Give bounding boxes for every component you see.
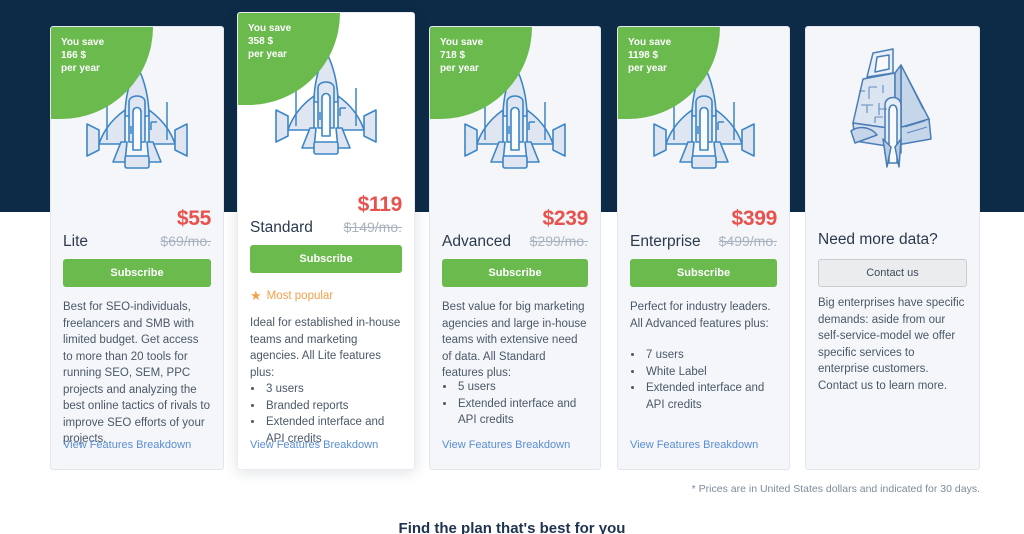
- save-badge-line1: You save: [61, 37, 105, 48]
- save-badge-line2: 358 $: [248, 36, 274, 47]
- view-features-breakdown-link[interactable]: View Features Breakdown: [442, 439, 570, 451]
- save-badge-line1: You save: [248, 23, 292, 34]
- price-original: $299/mo.: [529, 233, 588, 249]
- price-current: $239: [542, 207, 588, 230]
- plan-row: Advanced $299/mo.: [430, 233, 600, 251]
- pricing-card-advanced[interactable]: You save 718 $ per year $239 Advanced $2…: [429, 26, 601, 470]
- save-badge-line3: per year: [248, 49, 287, 60]
- save-badge-line2: 718 $: [440, 50, 466, 61]
- plan-description: Best value for big marketing agencies an…: [442, 301, 587, 379]
- most-popular-badge: ★ Most popular: [250, 289, 333, 302]
- subscribe-button[interactable]: Subscribe: [250, 245, 402, 273]
- list-item: White Label: [644, 364, 777, 381]
- price-current: $119: [357, 193, 403, 216]
- plan-description: Perfect for industry leaders. All Advanc…: [630, 301, 771, 330]
- view-features-breakdown-link[interactable]: View Features Breakdown: [63, 439, 191, 451]
- list-item: 3 users: [264, 381, 402, 398]
- pricing-card-standard[interactable]: You save 358 $ per year $119 Standard $1…: [237, 12, 415, 470]
- bottom-heading: Find the plan that's best for you: [398, 520, 626, 534]
- save-badge-line3: per year: [61, 63, 100, 74]
- price-original: $499/mo.: [718, 233, 777, 249]
- price-original: $69/mo.: [160, 233, 211, 249]
- subscribe-button[interactable]: Subscribe: [63, 259, 211, 287]
- list-item: 7 users: [644, 347, 777, 364]
- plan-name: Standard: [250, 219, 313, 236]
- plan-name: Enterprise: [630, 233, 701, 250]
- pricing-card-lite[interactable]: You save 166 $ per year $55 Lite $69/mo.…: [50, 26, 224, 470]
- most-popular-label: Most popular: [266, 289, 334, 302]
- save-badge-line2: 1198 $: [628, 50, 659, 61]
- list-item: Extended interface and API credits: [456, 396, 588, 429]
- pricing-page: You save 166 $ per year $55 Lite $69/mo.…: [0, 0, 1024, 534]
- pricing-cards-row: You save 166 $ per year $55 Lite $69/mo.…: [0, 0, 1024, 480]
- feature-list: 5 users Extended interface and API credi…: [456, 379, 588, 429]
- plan-name: Advanced: [442, 233, 511, 250]
- price-current: $55: [176, 207, 211, 230]
- price-current: $399: [731, 207, 777, 230]
- plan-description: Ideal for established in-house teams and…: [250, 317, 401, 379]
- save-badge-line2: 166 $: [61, 50, 87, 61]
- save-badge-line1: You save: [440, 37, 484, 48]
- star-icon: ★: [250, 288, 262, 303]
- plan-name: Lite: [63, 233, 88, 250]
- plan-row: Lite $69/mo.: [51, 233, 223, 251]
- price-original: $149/mo.: [343, 219, 402, 235]
- feature-list: 3 users Branded reports Extended interfa…: [264, 381, 402, 447]
- plan-row: Standard $149/mo.: [238, 219, 414, 237]
- save-badge-line3: per year: [628, 63, 667, 74]
- page-title: Need more data?: [818, 231, 938, 248]
- view-features-breakdown-link[interactable]: View Features Breakdown: [630, 439, 758, 451]
- save-badge-line1: You save: [628, 37, 672, 48]
- subscribe-button[interactable]: Subscribe: [442, 259, 588, 287]
- plan-row: Enterprise $499/mo.: [618, 233, 789, 251]
- pricing-card-enterprise[interactable]: You save 1198 $ per year $399 Enterprise…: [617, 26, 790, 470]
- custom-card-description: Big enterprises have specific demands: a…: [818, 297, 965, 392]
- spaceship-angled-icon: [806, 27, 979, 197]
- contact-us-button[interactable]: Contact us: [818, 259, 967, 287]
- subscribe-button[interactable]: Subscribe: [630, 259, 777, 287]
- list-item: Branded reports: [264, 398, 402, 415]
- view-features-breakdown-link[interactable]: View Features Breakdown: [250, 439, 378, 451]
- list-item: 5 users: [456, 379, 588, 396]
- pricing-footnote: * Prices are in United States dollars an…: [691, 483, 980, 495]
- pricing-card-need-more-data[interactable]: Need more data? Contact us Big enterpris…: [805, 26, 980, 470]
- list-item: Extended interface and API credits: [644, 380, 777, 413]
- plan-description: Best for SEO-individuals, freelancers an…: [63, 301, 211, 445]
- feature-list: 7 users White Label Extended interface a…: [644, 347, 777, 413]
- save-badge-line3: per year: [440, 63, 479, 74]
